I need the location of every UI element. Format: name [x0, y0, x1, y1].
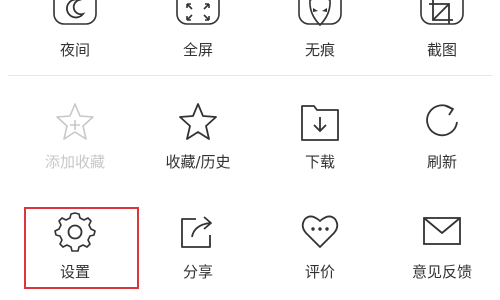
menu-item-label: 分享 [182, 263, 213, 281]
star-add-icon [56, 103, 94, 140]
menu-item-label: 刷新 [426, 153, 457, 171]
menu-item-label: 评价 [304, 263, 335, 281]
share-icon [181, 216, 212, 248]
fullscreen-icon [176, 0, 220, 25]
menu-item-label: 添加收藏 [44, 153, 105, 171]
menu-item-label: 夜间 [59, 41, 90, 59]
settings-highlight-box [24, 207, 139, 289]
menu-item-label: 下载 [304, 153, 335, 171]
browser-menu-panel: 夜间 全屏 无痕 截图 添加收藏 收藏/历史 下载 刷新 设置 分享 评价 意见… [0, 0, 500, 300]
menu-item-label: 意见反馈 [411, 263, 472, 281]
download-icon [301, 105, 339, 141]
heart-chat-icon [301, 215, 339, 248]
star-icon [179, 103, 217, 140]
menu-divider [8, 75, 492, 76]
menu-item-label: 无痕 [304, 41, 335, 59]
moon-icon [53, 0, 97, 25]
menu-item-label: 收藏/历史 [165, 153, 231, 171]
menu-item-label: 截图 [426, 41, 457, 59]
menu-item-label: 全屏 [182, 41, 213, 59]
refresh-icon [426, 104, 458, 137]
screenshot-icon [420, 0, 464, 25]
mail-icon [423, 217, 461, 245]
mask-icon [298, 0, 342, 27]
